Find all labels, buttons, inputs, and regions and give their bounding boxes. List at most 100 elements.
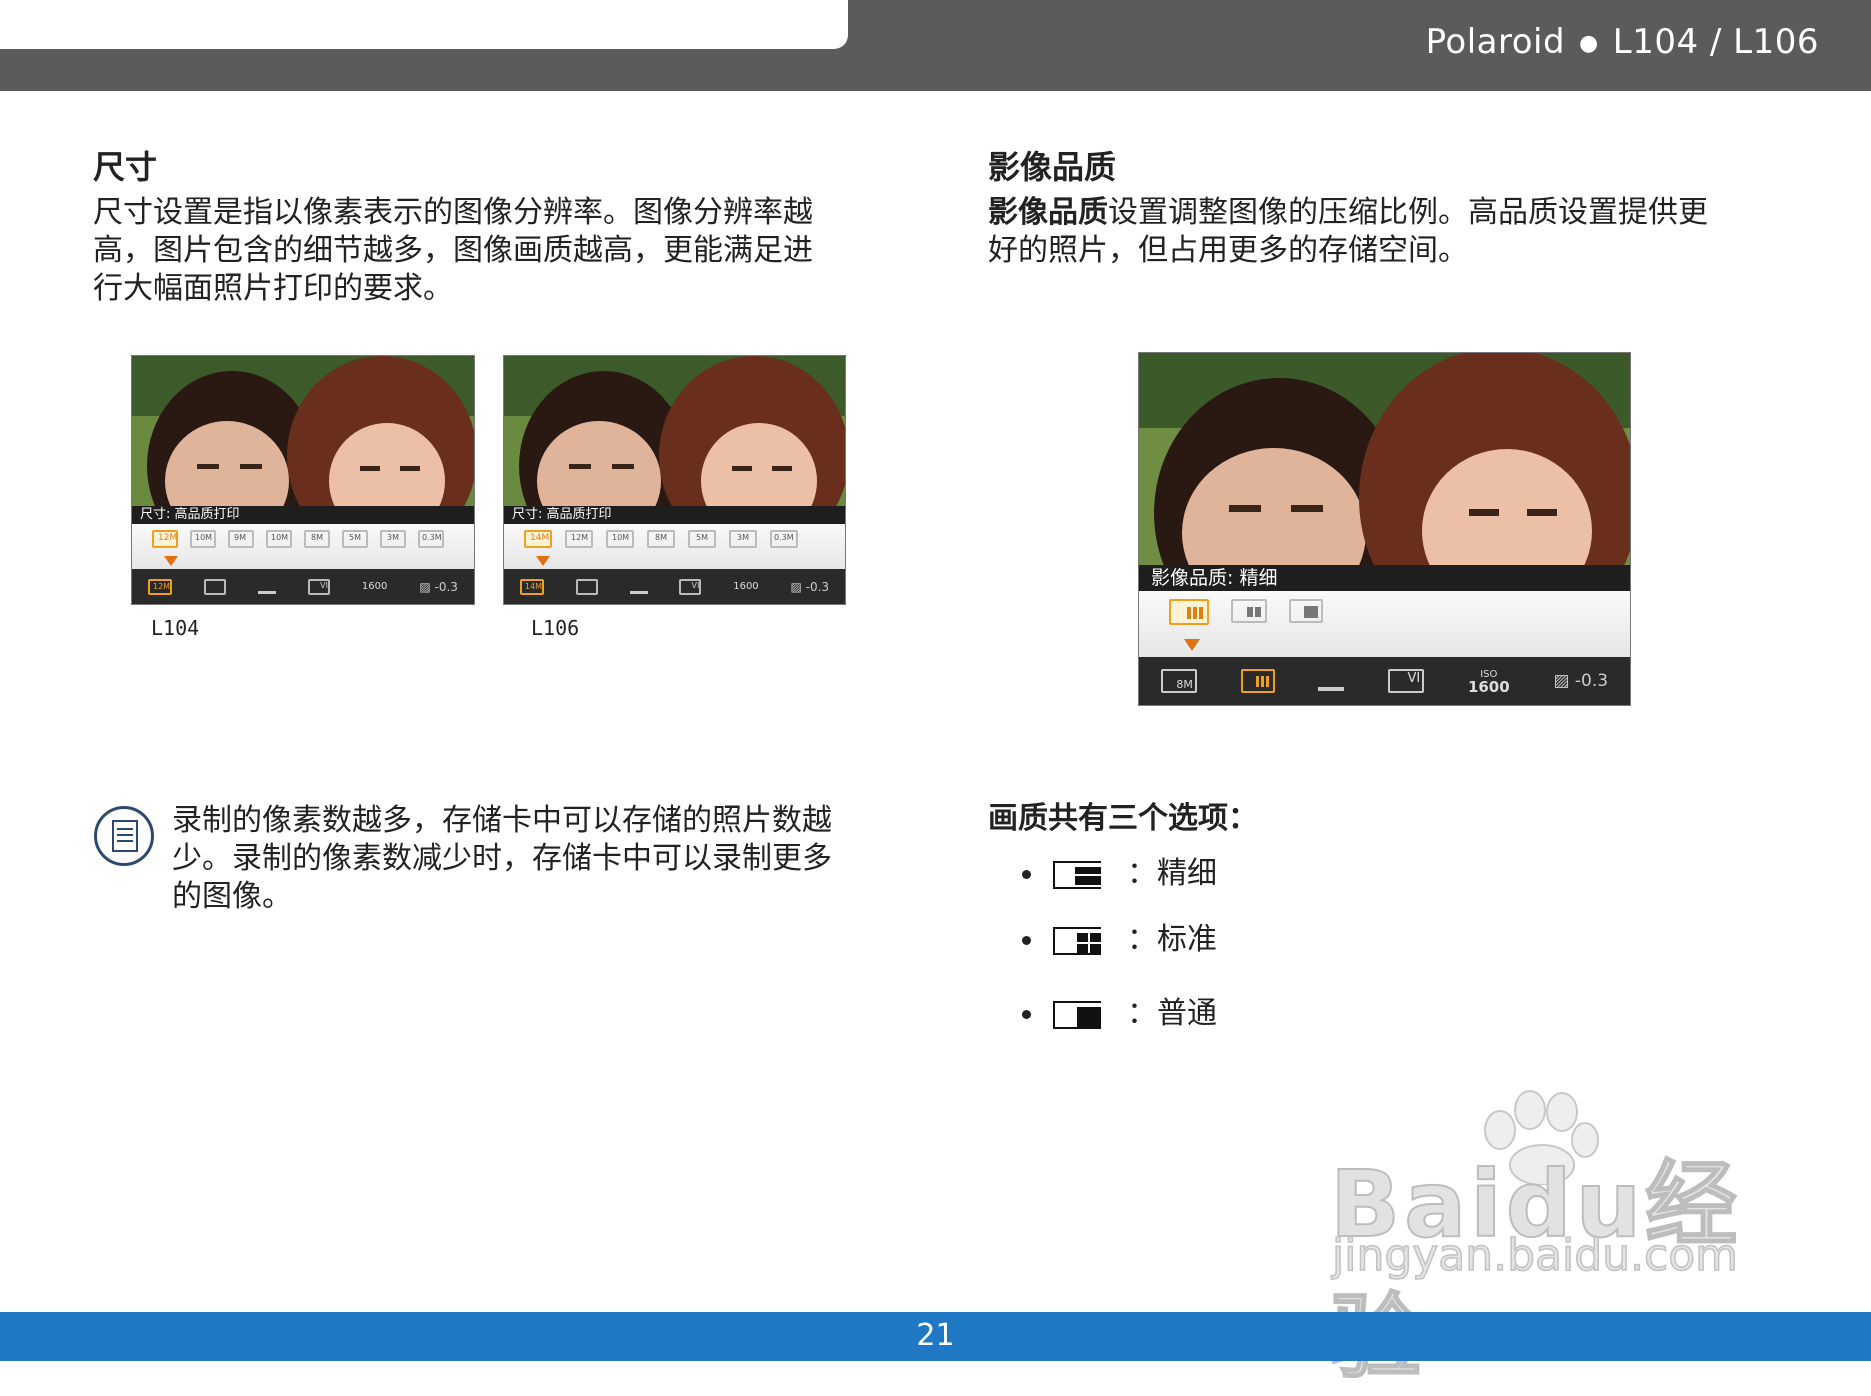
iso-value: 1600 xyxy=(1467,678,1510,696)
size-menu: 12M 10M 9M 10M 8M 5M 3M 0.3M xyxy=(132,524,474,569)
watermark-url: jingyan.baidu.com xyxy=(1331,1229,1739,1282)
camera-screen-quality: 影像品质: 精细 8M VI ISO 1600 ▨ -0.3 xyxy=(1138,352,1631,706)
caption-l106: L106 xyxy=(531,616,580,640)
quality-line-1-rest: 设置调整图像的压缩比例。高品质设置提供更 xyxy=(1108,195,1708,230)
size-5m-icon[interactable]: 5M xyxy=(342,530,368,548)
size-option-label: 3M xyxy=(737,533,749,542)
size-14m-icon[interactable]: 14M xyxy=(524,530,552,548)
quality-fine-option-icon[interactable] xyxy=(1169,599,1209,625)
page-number: 21 xyxy=(916,1318,955,1353)
exposure-status: ▨ -0.3 xyxy=(790,579,830,594)
status-bar: 14M VI 1600 ▨ -0.3 xyxy=(504,569,845,604)
status-size-label: 8M xyxy=(1176,678,1193,691)
iso-status: ISO 1600 xyxy=(1467,669,1510,696)
bullet xyxy=(1022,936,1031,945)
quality-status-icon xyxy=(1240,669,1275,693)
quality-menu xyxy=(1139,591,1630,657)
menu-title-strip: 尺寸: 高品质打印 xyxy=(132,506,474,524)
size-3m-icon[interactable]: 3M xyxy=(380,530,406,548)
exposure-value: -0.3 xyxy=(805,579,830,594)
quality-status-grid xyxy=(1255,676,1270,687)
size-option-label: 14M xyxy=(530,533,550,543)
size-option-label: 12M xyxy=(158,533,178,543)
size-option-label: 3M xyxy=(387,533,399,542)
exposure-value: -0.3 xyxy=(1574,671,1609,691)
note-line-1: 录制的像素数越多，存储卡中可以存储的照片数越 xyxy=(172,803,832,838)
quality-status-icon xyxy=(575,578,598,595)
fine-grid xyxy=(1075,866,1101,885)
separator-dot-icon: ● xyxy=(1579,31,1599,56)
size-line-2: 高，图片包含的细节越多，图像画质越高，更能满足进 xyxy=(93,233,813,268)
option-normal: ：标准 xyxy=(1022,914,1217,958)
status-vi-label: VI xyxy=(691,580,700,590)
size-5m-icon[interactable]: 5M xyxy=(688,530,716,548)
size-10m-169-icon[interactable]: 10M xyxy=(606,530,634,548)
size-options-row: 14M 12M 10M 8M 5M 3M 0.3M xyxy=(524,530,798,548)
size-line-1: 尺寸设置是指以像素表示的图像分辨率。图像分辨率越 xyxy=(93,195,813,230)
status-size-label: 12M xyxy=(152,581,171,591)
size-option-label: 5M xyxy=(349,533,361,542)
size-options-row: 12M 10M 9M 10M 8M 5M 3M 0.3M xyxy=(152,530,444,548)
page-header: Polaroid ● L104 / L106 xyxy=(0,0,1871,91)
size-12m-32-icon[interactable]: 12M xyxy=(565,530,593,548)
status-bar: 12M VI 1600 ▨ -0.3 xyxy=(132,569,474,604)
option-economy-label: ：普通 xyxy=(1127,996,1217,1031)
option-normal-label: ：标准 xyxy=(1127,922,1217,957)
quality-term: 影像品质 xyxy=(988,195,1108,230)
size-8m-icon[interactable]: 8M xyxy=(647,530,675,548)
quality-fine-icon xyxy=(1053,860,1101,889)
size-status-icon: 12M xyxy=(147,578,172,595)
options-title: 画质共有三个选项： xyxy=(988,801,1258,836)
note-page-graphic xyxy=(112,820,138,852)
size-3m-icon[interactable]: 3M xyxy=(729,530,757,548)
size-status-icon: 8M xyxy=(1160,669,1197,693)
quality-economy-icon xyxy=(1053,1000,1101,1029)
mode-status-icon xyxy=(257,579,276,594)
size-9m-169-icon[interactable]: 9M xyxy=(228,530,254,548)
sample-photo xyxy=(1139,353,1630,648)
size-line-3: 行大幅面照片打印的要求。 xyxy=(93,271,453,306)
status-vi-label: VI xyxy=(1407,671,1421,686)
status-vi-label: VI xyxy=(320,580,328,590)
quality-normal-icon xyxy=(1053,926,1101,955)
bullet xyxy=(1022,870,1031,879)
size-10m-icon[interactable]: 10M xyxy=(266,530,292,548)
quality-economy-option-icon[interactable] xyxy=(1289,599,1323,623)
size-option-label: 10M xyxy=(195,533,213,542)
note-line-2: 少。录制的像素数减少时，存储卡中可以录制更多 xyxy=(172,841,832,876)
size-option-label: 8M xyxy=(311,533,323,542)
size-menu: 14M 12M 10M 8M 5M 3M 0.3M xyxy=(504,524,845,569)
note-line xyxy=(117,828,133,830)
exposure-status: ▨ -0.3 xyxy=(1553,671,1609,691)
portrait-photo xyxy=(132,356,474,561)
status-size-label: 14M xyxy=(524,581,542,591)
option-fine: ：精细 xyxy=(1022,848,1217,892)
fine-grid xyxy=(1187,607,1203,619)
size-03m-icon[interactable]: 0.3M xyxy=(418,530,444,548)
section-heading-size: 尺寸 xyxy=(93,148,158,186)
section-heading-quality: 影像品质 xyxy=(988,148,1117,186)
stabilizer-status-icon: VI xyxy=(679,578,702,595)
quality-options-row xyxy=(1169,599,1323,625)
size-option-label: 10M xyxy=(271,533,289,542)
size-12m-icon[interactable]: 12M xyxy=(152,530,178,548)
brand-name: Polaroid xyxy=(1425,22,1566,62)
note-icon xyxy=(94,806,154,866)
size-10m-32-icon[interactable]: 10M xyxy=(190,530,216,548)
normal-grid-gap xyxy=(1077,941,1101,944)
bullet xyxy=(1022,1010,1031,1019)
quality-line-1: 影像品质设置调整图像的压缩比例。高品质设置提供更 xyxy=(988,194,1808,232)
selection-marker-icon xyxy=(536,556,550,566)
option-fine-label: ：精细 xyxy=(1127,856,1217,891)
normal-grid xyxy=(1247,607,1261,617)
size-03m-icon[interactable]: 0.3M xyxy=(770,530,798,548)
note-line xyxy=(117,834,133,836)
caption-l104: L104 xyxy=(151,616,200,640)
size-option-label: 0.3M xyxy=(422,533,442,542)
quality-status-icon xyxy=(203,578,226,595)
size-8m-icon[interactable]: 8M xyxy=(304,530,330,548)
quality-normal-option-icon[interactable] xyxy=(1231,599,1267,623)
iso-status: 1600 xyxy=(361,581,388,592)
baidu-watermark: Baidu经验 jingyan.baidu.com xyxy=(1329,1090,1770,1392)
sample-photo xyxy=(504,356,845,561)
